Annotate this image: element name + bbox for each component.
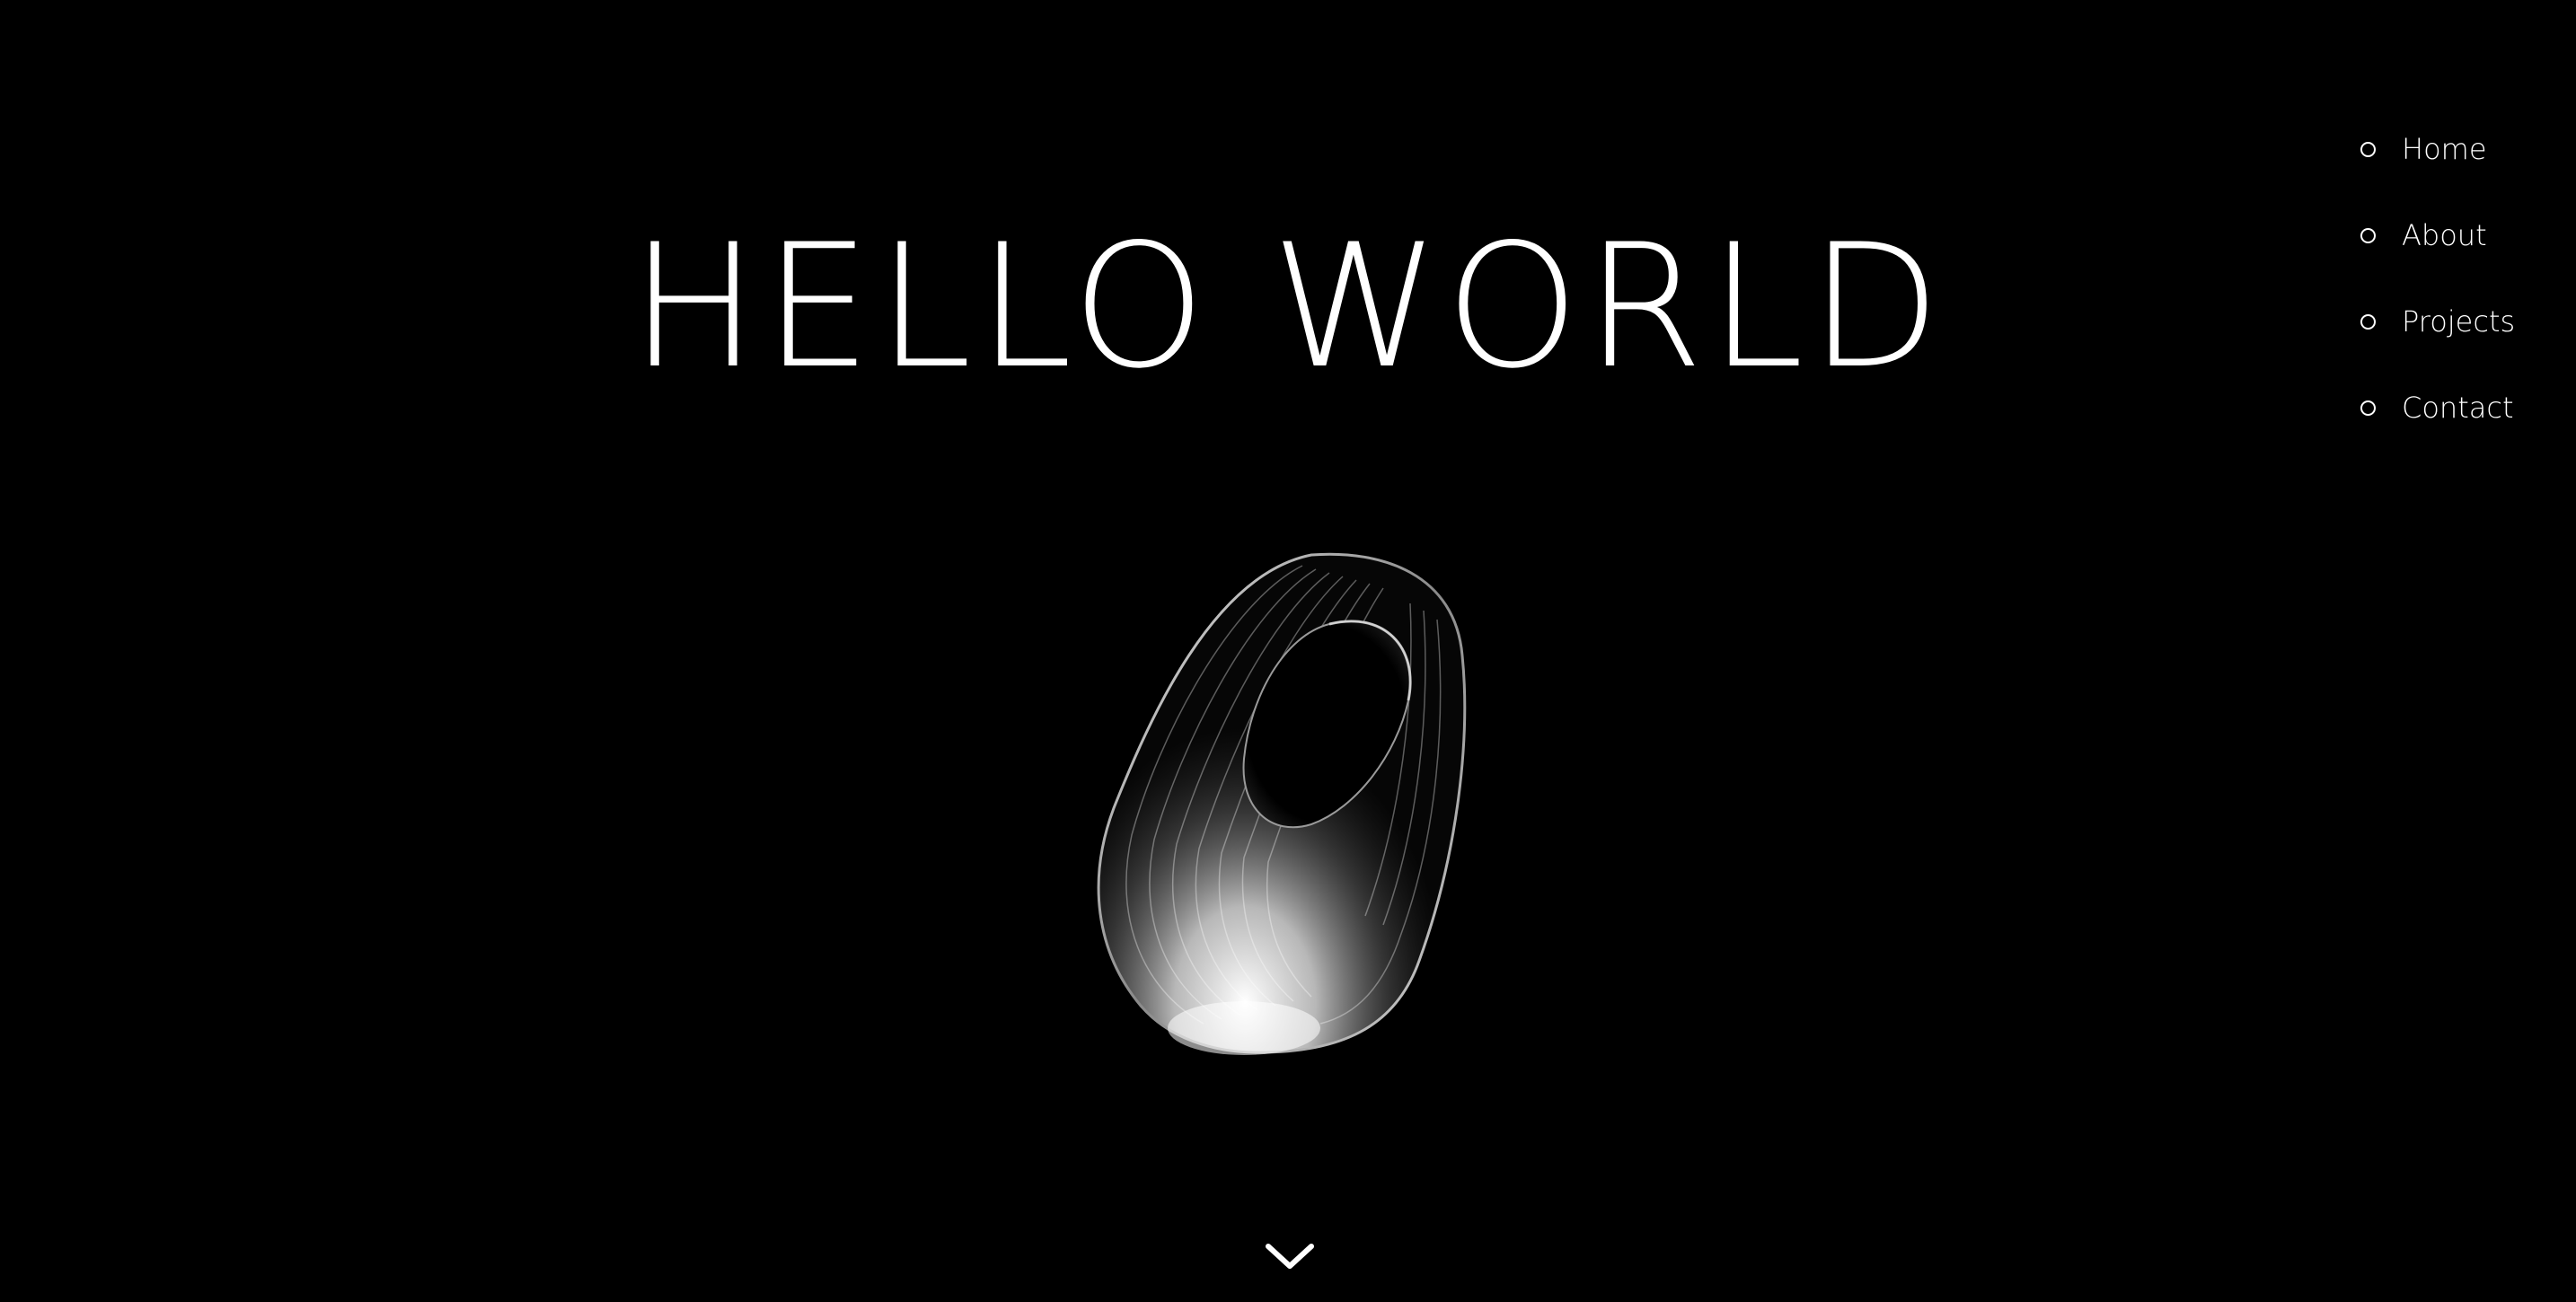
circle-outline-icon [2360,227,2376,243]
nav-item-contact[interactable]: Contact [2360,365,2567,451]
hero-title: HELLO WORLD [630,207,1946,406]
nav-item-label: Projects [2402,304,2516,339]
nav-item-about[interactable]: About [2360,192,2567,278]
side-nav: Home About Projects Contact [2360,106,2567,451]
circle-outline-icon [2360,400,2376,416]
chevron-down-icon[interactable] [1263,1239,1317,1275]
abstract-3d-ring-sculpture [1097,552,1467,1055]
circle-outline-icon [2360,141,2376,157]
nav-item-projects[interactable]: Projects [2360,278,2567,365]
circle-outline-icon [2360,313,2376,330]
nav-item-label: About [2402,218,2487,252]
nav-item-home[interactable]: Home [2360,106,2567,192]
nav-item-label: Contact [2402,391,2514,425]
nav-item-label: Home [2402,132,2487,166]
